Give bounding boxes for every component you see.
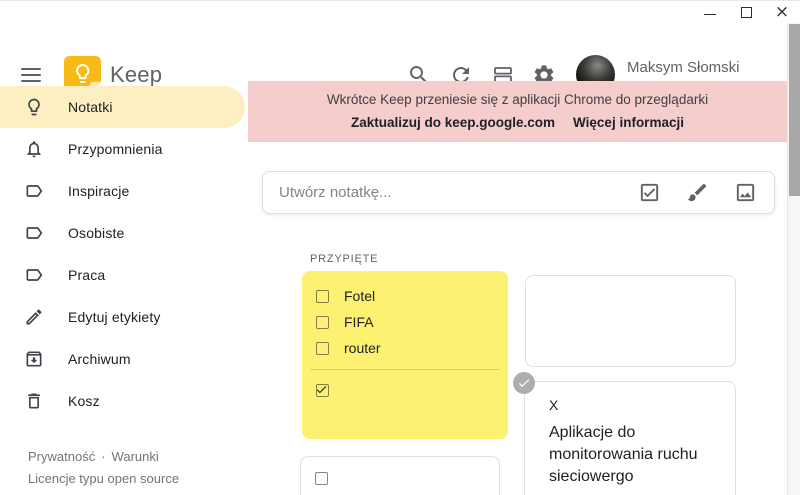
label-icon [24, 223, 44, 243]
sidebar-item-label: Praca [68, 267, 106, 283]
checkmark-icon [316, 385, 327, 393]
lightbulb-icon [24, 97, 44, 117]
create-note-input[interactable] [263, 184, 638, 201]
maximize-icon [740, 6, 752, 18]
user-name: Maksym Słomski [627, 59, 740, 76]
checkmark-icon [518, 379, 530, 388]
checklist-item: router [302, 335, 508, 361]
checklist-item: Fotel [302, 283, 508, 309]
checkbox-unchecked[interactable] [316, 341, 329, 355]
open-source-licenses-link[interactable]: Licencje typu open source [28, 471, 248, 486]
scrollbar-thumb[interactable] [789, 24, 800, 196]
trash-icon [24, 391, 44, 411]
sidebar-item-osobiste[interactable]: Osobiste [0, 212, 250, 254]
sidebar-item-trash[interactable]: Kosz [0, 380, 250, 422]
archive-icon [24, 349, 44, 369]
window-maximize-button[interactable] [728, 1, 764, 23]
checkbox-unchecked[interactable] [316, 315, 329, 329]
sidebar-footer: Prywatność · Warunki Licencje typu open so… [28, 449, 248, 486]
label-icon [24, 181, 44, 201]
close-icon: × [774, 1, 790, 22]
sidebar-item-inspiracje[interactable]: Inspiracje [0, 170, 250, 212]
label-icon [24, 265, 44, 285]
banner-message: Wkrótce Keep przeniesie się z aplikacji … [326, 92, 709, 107]
privacy-link[interactable]: Prywatność [28, 449, 95, 464]
checklist-item [301, 457, 499, 485]
checkbox-checked[interactable] [316, 383, 329, 397]
new-checklist-button[interactable] [638, 181, 661, 204]
checklist-item: FIFA [302, 309, 508, 335]
note-card-partial-checklist[interactable] [300, 456, 500, 495]
sidebar-item-archive[interactable]: Archiwum [0, 338, 250, 380]
pinned-section-label: PRZYPIĘTE [310, 253, 379, 265]
sidebar-item-label: Osobiste [68, 225, 125, 241]
new-drawing-brush-icon [687, 183, 707, 202]
sidebar-item-notes[interactable]: Notatki [0, 86, 245, 128]
checklist-divider [310, 369, 500, 370]
checkbox-unchecked[interactable] [316, 289, 329, 303]
window-minimize-button[interactable] [692, 1, 728, 23]
sidebar-item-label: Przypomnienia [68, 141, 163, 157]
sidebar-item-praca[interactable]: Praca [0, 254, 250, 296]
checklist-item-label: Fotel [344, 288, 376, 304]
keep-app-window: × Keep Maksym Słomski Wkrótce Keep przen… [0, 0, 800, 495]
vertical-scrollbar [787, 23, 800, 495]
pencil-icon [24, 307, 44, 327]
sidebar-item-label: Archiwum [68, 351, 131, 367]
bell-icon [24, 139, 44, 159]
app-header: Keep Maksym Słomski .com [0, 23, 800, 94]
note-card-text[interactable]: X Aplikacje do monitorowania ruchu sieci… [524, 381, 736, 495]
sidebar-item-label: Kosz [68, 393, 100, 409]
checkbox-unchecked[interactable] [315, 471, 328, 485]
checklist-item-label: FIFA [344, 314, 374, 330]
banner-more-info-link[interactable]: Więcej informacji [573, 115, 684, 130]
terms-link[interactable]: Warunki [112, 449, 159, 464]
sidebar-item-label: Notatki [68, 99, 113, 115]
checklist-item-checked [302, 377, 508, 403]
window-titlebar: × [0, 1, 800, 23]
hamburger-icon [21, 68, 41, 70]
minimize-icon [704, 13, 716, 15]
banner-update-link[interactable]: Zaktualizuj do keep.google.com [351, 115, 555, 130]
sidebar-item-label: Edytuj etykiety [68, 309, 161, 325]
note-body: Aplikacje do monitorowania ruchu sieciow… [549, 424, 698, 485]
note-title: X [549, 397, 559, 413]
new-checklist-icon [640, 183, 659, 202]
new-drawing-button[interactable] [686, 181, 709, 204]
window-close-button[interactable]: × [764, 1, 800, 23]
checklist-item-label: router [344, 340, 381, 356]
create-note-bar [262, 171, 775, 214]
note-card-empty[interactable] [525, 275, 736, 367]
sidebar-nav: Notatki Przypomnienia Inspiracje Osobist… [0, 86, 250, 422]
footer-separator: · [101, 449, 106, 464]
new-image-icon [736, 183, 755, 202]
note-select-badge[interactable] [513, 372, 535, 394]
new-image-button[interactable] [734, 181, 757, 204]
migration-banner: Wkrótce Keep przeniesie się z aplikacji … [248, 81, 787, 142]
sidebar-item-label: Inspiracje [68, 183, 130, 199]
note-card-checklist[interactable]: Fotel FIFA router [302, 271, 508, 439]
sidebar-item-reminders[interactable]: Przypomnienia [0, 128, 250, 170]
sidebar-item-edit-labels[interactable]: Edytuj etykiety [0, 296, 250, 338]
